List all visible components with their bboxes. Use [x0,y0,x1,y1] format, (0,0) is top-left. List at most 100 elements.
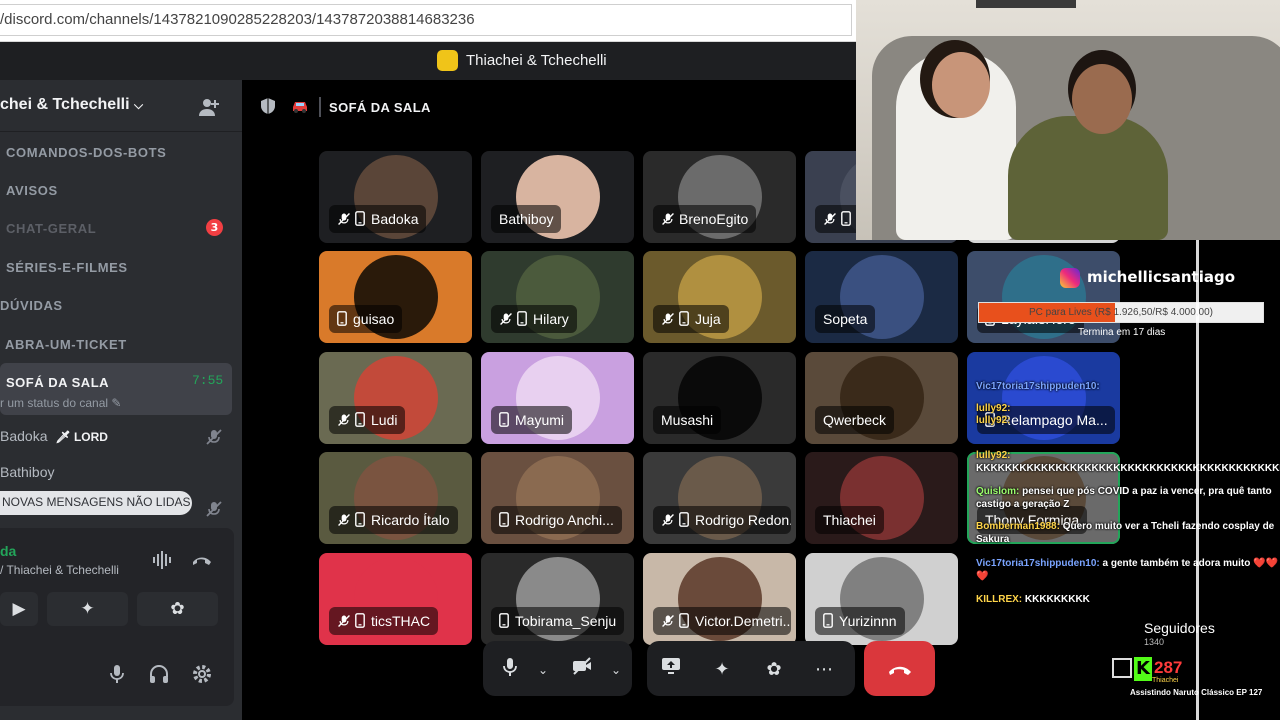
channel-series-e-filmes[interactable]: SÉRIES-E-FILMES [0,260,128,275]
participant-name: Yurizinnn [839,613,897,629]
mobile-phone-icon [841,211,857,227]
disconnect-icon[interactable] [191,550,213,575]
muted-mic-icon [661,311,679,327]
muted-mic-icon [823,211,841,227]
camera-icon: ▶ [12,599,26,619]
channel-title: SOFÁ DA SALA [329,100,431,115]
server-name-header[interactable]: chei & Tchechelli ⌵ [0,96,143,114]
screen-share-icon[interactable] [656,656,686,684]
gear-icon[interactable] [190,662,214,686]
participant-tile[interactable]: Ricardo Ítalo [319,452,472,544]
voice-user-badoka[interactable]: Badoka 🗡 LORD [0,428,108,444]
chat-username: lully92: [976,415,1011,426]
participant-name: Thiachei [823,512,876,528]
car-icon [290,97,310,119]
more-options-icon[interactable]: ⋯ [809,656,839,684]
participant-tile[interactable]: Badoka [319,151,472,243]
muted-mic-icon [337,613,355,629]
instagram-icon [1060,268,1080,288]
muted-mic-icon [337,211,355,227]
participant-name-label: guisao [329,305,403,333]
donation-goal-bar: PC para Lives (R$ 1.926,50/R$ 4.000,00) [978,302,1264,323]
participant-tile[interactable]: Bathiboy [481,151,634,243]
camera-options-chevron-icon[interactable]: ⌄ [601,656,631,684]
mic-options-chevron-icon[interactable]: ⌄ [528,656,558,684]
soundboard-button[interactable]: ✿ [137,592,218,626]
participant-name-label: Bathiboy [491,205,562,233]
participant-name-label: Juja [653,305,729,333]
activities-icon[interactable]: ✦ [707,656,737,684]
participant-tile[interactable]: BrenoEgito [643,151,796,243]
unread-messages-pill[interactable]: NOVAS MENSAGENS NÃO LIDAS [0,491,192,515]
muted-mic-icon [337,412,355,428]
participant-name-label: ticsTHAC [329,607,439,635]
participant-tile[interactable]: guisao [319,251,472,343]
channel-avisos[interactable]: AVISOS [0,183,58,198]
add-member-icon[interactable] [198,96,220,118]
channel-chat-geral[interactable]: CHAT-GERAL [0,221,96,236]
channel-comandos-dos-bots[interactable]: COMANDOS-DOS-BOTS [0,145,166,160]
participant-tile[interactable]: Rodrigo Anchi... [481,452,634,544]
voice-channel-path[interactable]: / Thiachei & Tchechelli [0,563,119,577]
chat-message: Vic17toria17shippuden10: a gente também … [976,557,1280,583]
participant-tile[interactable]: Relampago Ma... [967,352,1120,444]
participant-name: Rodrigo Anchi... [515,512,614,528]
pencil-icon: ✎ [111,396,122,410]
voice-user-bathiboy[interactable]: Bathiboy [0,464,54,480]
channel-duvidas[interactable]: DÚVIDAS [0,298,63,313]
participant-name: Sopeta [823,311,868,327]
camera-off-icon[interactable] [567,656,597,684]
url-field[interactable]: /discord.com/channels/143782109028522820… [0,4,852,36]
participant-name-label: Ricardo Ítalo [329,506,458,534]
participant-name: Rodrigo Redon... [695,512,791,528]
microphone-icon[interactable] [495,656,525,684]
participant-name-label: Victor.Demetri... [653,607,791,635]
participant-tile[interactable]: Thiachei [805,452,958,544]
participant-tile[interactable]: Victor.Demetri... [643,553,796,645]
participant-tile[interactable]: Juja [643,251,796,343]
chat-message: Vic17toria17shippuden10: [976,380,1280,393]
participant-tile[interactable]: Tobirama_Senju [481,553,634,645]
participant-tile[interactable]: Yurizinnn [805,553,958,645]
muted-mic-icon [499,311,517,327]
soundboard-icon[interactable]: ✿ [759,656,789,684]
activities-button[interactable]: ✦ [47,592,128,626]
chat-message: Bomberman1988: Quero muito ver a Tcheli … [976,520,1280,546]
streamer-two-head [1072,64,1132,134]
participant-tile[interactable]: Sopeta [805,251,958,343]
muted-mic-icon [205,500,223,518]
microphone-icon[interactable] [105,662,129,686]
participant-name: Ricardo Ítalo [371,512,450,528]
header-divider [319,97,321,117]
muted-mic-icon [661,613,679,629]
disconnect-button[interactable] [864,641,935,696]
mobile-phone-icon [355,211,371,227]
participant-tile[interactable]: Qwerbeck [805,352,958,444]
mobile-phone-icon [355,412,371,428]
kick-viewer-count: 287 [1154,658,1183,677]
participant-tile[interactable]: Hilary [481,251,634,343]
mobile-phone-icon [337,311,353,327]
participant-tile[interactable]: Rodrigo Redon... [643,452,796,544]
chat-username: Bomberman1988: [976,521,1060,532]
headphones-icon[interactable] [147,662,171,686]
shield-icon [259,97,277,119]
participant-tile[interactable]: Musashi [643,352,796,444]
donation-goal-text: PC para Lives (R$ 1.926,50/R$ 4.000,00) [1029,307,1213,318]
window-title: Thiachei & Tchechelli [466,52,607,69]
server-icon [437,50,458,71]
voice-activity-icon[interactable] [152,550,174,575]
participant-tile[interactable]: ticsTHAC [319,553,472,645]
mobile-phone-icon [679,311,695,327]
participant-tile[interactable]: Ludi [319,352,472,444]
server-name: chei & Tchechelli [0,96,130,113]
channel-abra-um-ticket[interactable]: ABRA-UM-TICKET [0,337,127,352]
participant-name-label: Thiachei [815,506,884,534]
camera-button[interactable]: ▶ [0,592,38,626]
participant-name: Hilary [533,311,569,327]
channel-status-prompt[interactable]: r um status do canal ✎ [0,396,121,410]
chat-message: lully92: KKKKKKKKKKKKKKKKKKKKKKKKKKKKKKK… [976,449,1280,475]
mobile-phone-icon [499,512,515,528]
chat-message: Quislom: pensei que pós COVID a paz ia v… [976,485,1280,511]
participant-tile[interactable]: Mayumi [481,352,634,444]
